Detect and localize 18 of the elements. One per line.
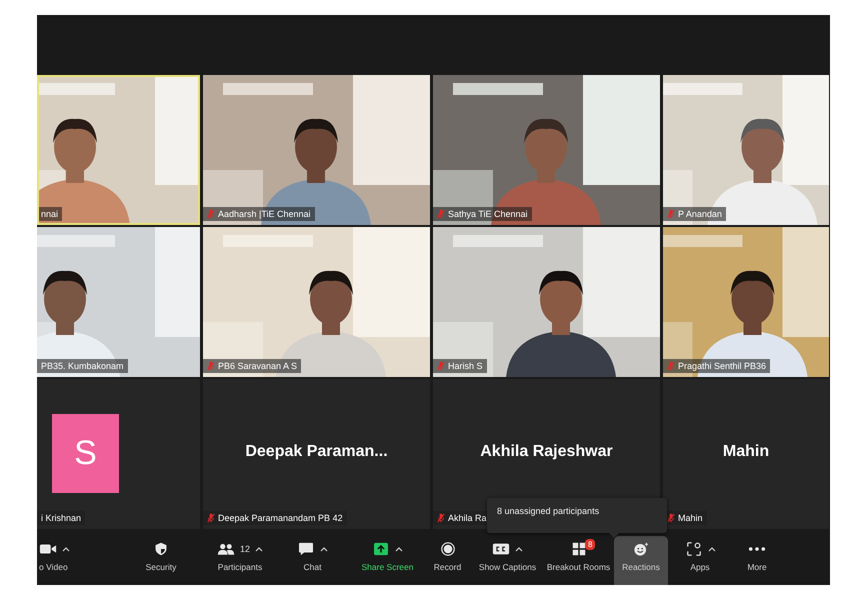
count-badge: 8 [585,539,596,550]
name-text: PB6 Saravanan A S [218,361,298,371]
name-text: PB35. Kumbakonam [41,361,124,371]
participant-name: Akhila Rajeshwar [480,443,613,461]
name-text: i Krishnan [41,513,82,523]
name-text: Harish S [448,361,483,371]
name-text: nnai [41,209,58,219]
name-text: Akhila Ra [448,513,487,523]
name-text: Mahin [678,513,703,523]
name-text: Aadharsh |TiE Chennai [218,209,311,219]
name-text: Sathya TiE Chennai [448,209,528,219]
participant-name: Mahin [722,443,770,461]
name-text: Pragathi Senthil PB36 [678,361,766,371]
avatar-initial: S [52,414,119,493]
tooltip: 8 unassigned participants [487,498,667,533]
participant-name: Deepak Paraman... [245,443,388,461]
name-text: Deepak Paramanandam PB 42 [218,513,343,523]
name-text: P Anandan [678,209,722,219]
